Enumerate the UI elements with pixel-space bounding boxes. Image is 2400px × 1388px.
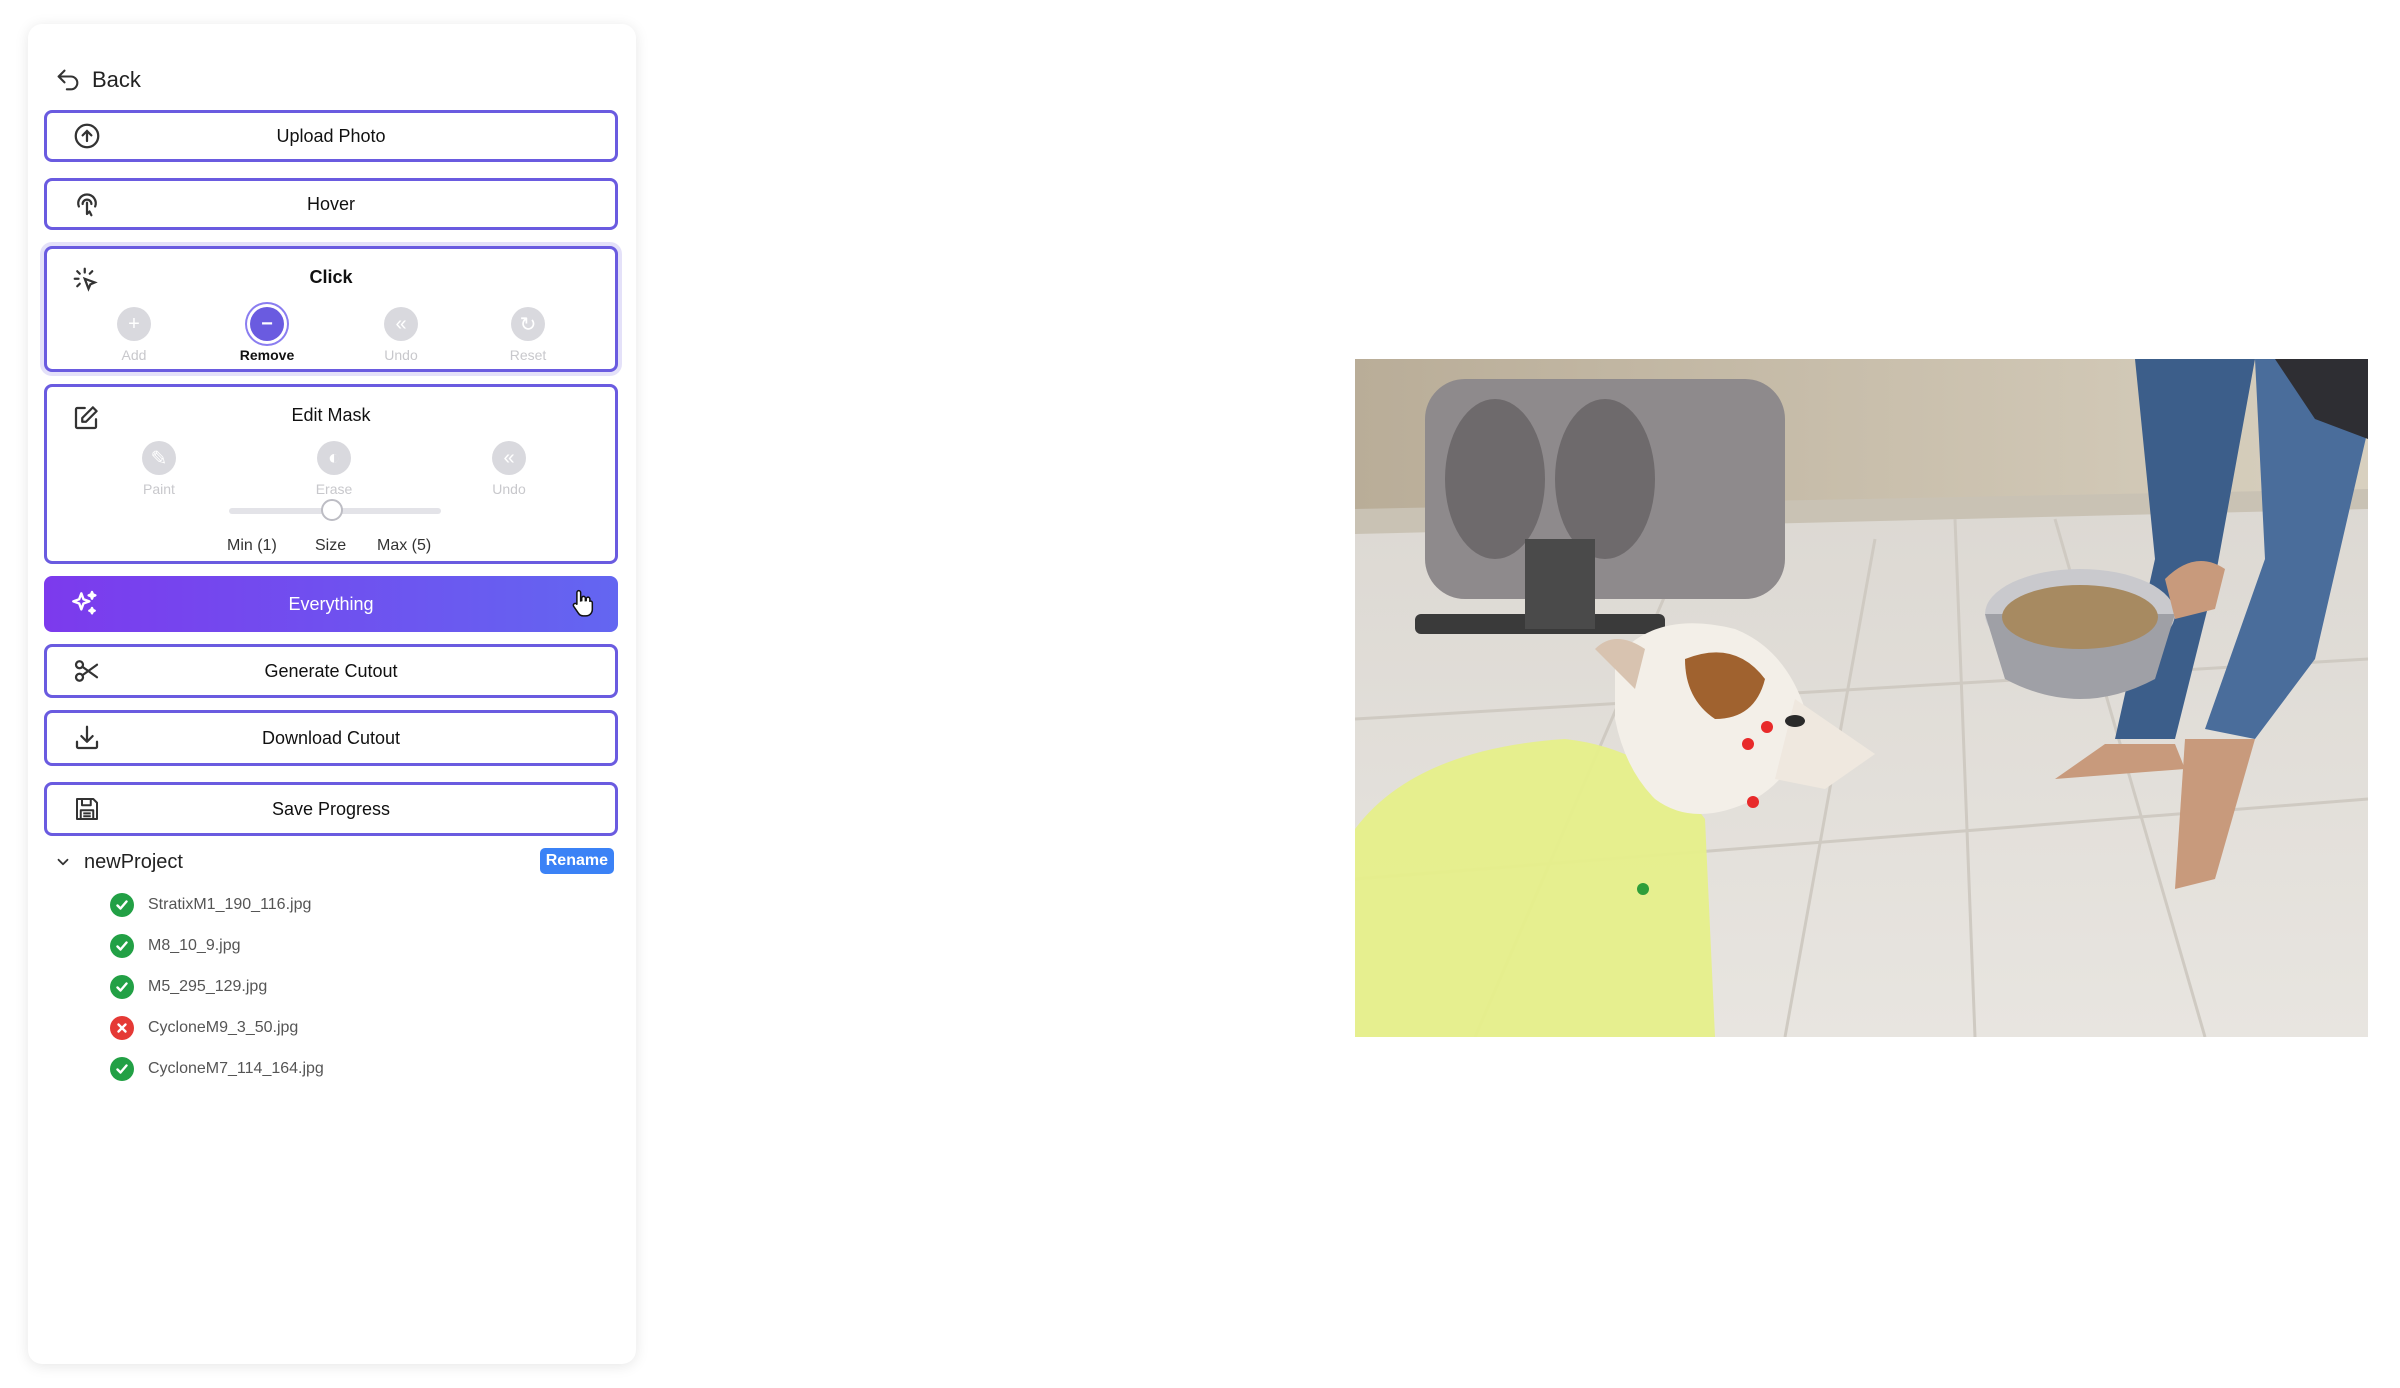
slider-min-label: Min (1) bbox=[227, 537, 277, 554]
sparkles-icon bbox=[68, 588, 100, 620]
paint-brush-icon: ✎ bbox=[142, 441, 176, 475]
hand-cursor-icon bbox=[572, 589, 594, 617]
remove-point[interactable] bbox=[1747, 796, 1759, 808]
paint-button[interactable]: ✎ Paint bbox=[114, 441, 204, 497]
upload-photo-button[interactable]: Upload Photo bbox=[44, 110, 618, 162]
hover-button[interactable]: Hover bbox=[44, 178, 618, 230]
floppy-disk-icon bbox=[71, 793, 103, 825]
remove-point[interactable] bbox=[1761, 721, 1773, 733]
plus-icon: + bbox=[117, 307, 151, 341]
project-name: newProject bbox=[84, 850, 183, 873]
add-point-button[interactable]: + Add bbox=[89, 307, 179, 363]
add-point[interactable] bbox=[1637, 883, 1649, 895]
back-arrow-icon bbox=[57, 69, 79, 91]
check-circle-icon bbox=[110, 933, 134, 958]
scissors-icon bbox=[71, 655, 103, 687]
file-name: CycloneM7_114_164.jpg bbox=[148, 1059, 324, 1077]
check-circle-icon bbox=[110, 1056, 134, 1081]
error-x-icon bbox=[110, 1015, 134, 1040]
file-list: StratixM1_190_116.jpg M8_10_9.jpg M5_295_1… bbox=[54, 884, 614, 1089]
slider-size-label: Size bbox=[315, 537, 347, 554]
remove-point[interactable] bbox=[1742, 738, 1754, 750]
chevron-down-icon[interactable] bbox=[54, 853, 72, 871]
file-name: StratixM1_190_116.jpg bbox=[148, 895, 312, 913]
file-name: CycloneM9_3_50.jpg bbox=[148, 1018, 299, 1036]
click-undo-label: Undo bbox=[384, 347, 418, 363]
minus-icon: − bbox=[250, 307, 284, 341]
file-list-item[interactable]: M8_10_9.jpg bbox=[110, 925, 614, 966]
undo-icon: « bbox=[492, 441, 526, 475]
edit-mask-title: Edit Mask bbox=[291, 405, 371, 425]
massager-object bbox=[1415, 379, 1785, 634]
file-name: M5_295_129.jpg bbox=[148, 977, 268, 995]
reset-label: Reset bbox=[509, 347, 547, 363]
file-list-item[interactable]: CycloneM9_3_50.jpg bbox=[110, 1007, 614, 1048]
click-panel: Click + Add − Remove « Undo ↻ Reset bbox=[44, 246, 618, 372]
check-circle-icon bbox=[110, 974, 134, 999]
save-progress-label: Save Progress bbox=[271, 798, 391, 819]
check-circle-icon bbox=[110, 892, 134, 917]
erase-label: Erase bbox=[315, 481, 353, 497]
hover-label: Hover bbox=[306, 193, 355, 214]
reset-icon: ↻ bbox=[511, 307, 545, 341]
save-progress-button[interactable]: Save Progress bbox=[44, 782, 618, 836]
download-cutout-label: Download Cutout bbox=[261, 727, 401, 748]
paint-label: Paint bbox=[143, 481, 175, 497]
generate-cutout-label: Generate Cutout bbox=[264, 660, 398, 681]
upload-photo-label: Upload Photo bbox=[276, 125, 386, 146]
project-header: newProject Rename bbox=[54, 846, 614, 878]
slider-max-label: Max (5) bbox=[377, 537, 432, 554]
everything-label: Everything bbox=[288, 593, 374, 614]
mask-undo-label: Undo bbox=[492, 481, 526, 497]
sidebar: Back Upload Photo Hover Click + Add − Re… bbox=[28, 24, 636, 1364]
hover-pointer-icon bbox=[71, 188, 103, 220]
file-list-item[interactable]: M5_295_129.jpg bbox=[110, 966, 614, 1007]
file-name: M8_10_9.jpg bbox=[148, 936, 241, 954]
download-cutout-button[interactable]: Download Cutout bbox=[44, 710, 618, 766]
project-tree: newProject Rename StratixM1_190_116.jpg M… bbox=[54, 846, 614, 1089]
erase-button[interactable]: ◐ Erase bbox=[289, 441, 379, 497]
back-label: Back bbox=[92, 67, 141, 92]
click-panel-title: Click bbox=[309, 267, 353, 287]
rename-button[interactable]: Rename bbox=[539, 848, 614, 874]
add-label: Add bbox=[121, 347, 147, 363]
download-icon bbox=[71, 722, 103, 754]
dog-photo bbox=[1355, 359, 2368, 1037]
mask-undo-button[interactable]: « Undo bbox=[464, 441, 554, 497]
eraser-icon: ◐ bbox=[317, 441, 351, 475]
upload-icon bbox=[71, 120, 103, 152]
image-canvas[interactable] bbox=[1355, 359, 2368, 1037]
everything-button[interactable]: Everything bbox=[44, 576, 618, 632]
brush-size-slider-thumb[interactable] bbox=[321, 499, 343, 521]
edit-mask-panel: Edit Mask ✎ Paint ◐ Erase « Undo Min (1)… bbox=[44, 384, 618, 564]
undo-icon: « bbox=[384, 307, 418, 341]
reset-button[interactable]: ↻ Reset bbox=[483, 307, 573, 363]
click-undo-button[interactable]: « Undo bbox=[356, 307, 446, 363]
back-button[interactable]: Back bbox=[54, 66, 141, 94]
file-list-item[interactable]: CycloneM7_114_164.jpg bbox=[110, 1048, 614, 1089]
remove-point-button[interactable]: − Remove bbox=[222, 307, 312, 363]
remove-label: Remove bbox=[239, 347, 295, 363]
file-list-item[interactable]: StratixM1_190_116.jpg bbox=[110, 884, 614, 925]
generate-cutout-button[interactable]: Generate Cutout bbox=[44, 644, 618, 698]
